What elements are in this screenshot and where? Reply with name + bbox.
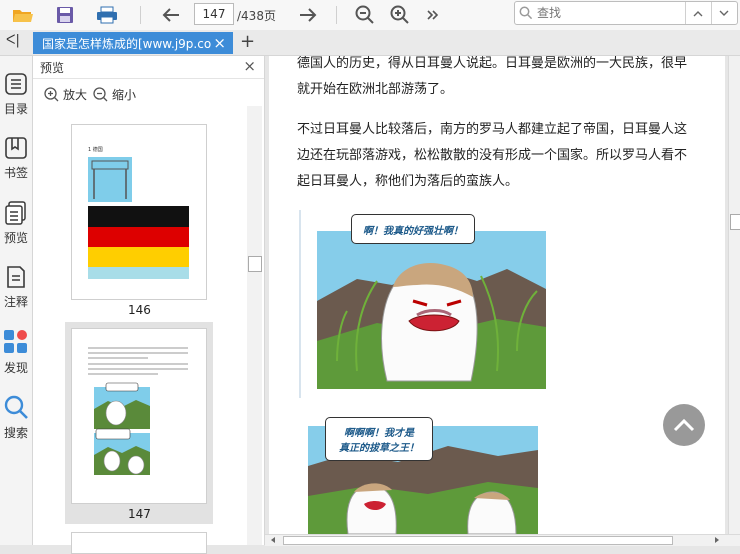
previous-page-icon[interactable] <box>160 4 182 26</box>
print-icon[interactable] <box>96 4 118 26</box>
flag-stripe-gold <box>88 247 189 267</box>
preview-zoom-controls: 放大 缩小 <box>33 82 264 104</box>
preview-panel: 预览 × 放大 缩小 1 德国 146 147 <box>33 56 265 554</box>
bookmark-icon <box>5 137 27 159</box>
thumbnail-page-147[interactable] <box>71 328 207 504</box>
chevron-down-icon <box>719 10 729 16</box>
search-box <box>514 1 738 25</box>
search-next-button[interactable] <box>711 2 736 24</box>
zoom-out-icon <box>93 87 108 102</box>
rail-item-bookmarks[interactable]: 书签 <box>0 136 32 181</box>
close-tab-icon[interactable]: × <box>213 34 226 52</box>
thumbnail-number-146: 146 <box>128 303 151 317</box>
save-icon[interactable] <box>54 4 76 26</box>
page-number-input[interactable] <box>194 3 234 25</box>
thumbnail-content <box>88 347 188 475</box>
flag-stripe-black <box>88 206 189 227</box>
thumbnail-page-148[interactable] <box>71 532 207 554</box>
paragraph-1: 德国人的历史，得从日耳曼人说起。日耳曼是欧洲的一大民族，很早就开始在欧洲北部游荡… <box>297 56 688 97</box>
preview-zoom-in-button[interactable]: 放大 <box>44 86 87 103</box>
collapse-sidebar-button[interactable]: ᐸ| <box>6 33 26 51</box>
document-view: 德国人的历史，得从日耳曼人说起。日耳曼是欧洲的一大民族，很早就开始在欧洲北部游荡… <box>265 56 740 534</box>
scroll-to-top-button[interactable] <box>663 404 705 446</box>
paragraph-2: 不过日耳曼人比较落后，南方的罗马人都建立起了帝国，日耳曼人这边还在玩部落游戏，松… <box>297 122 688 189</box>
scroll-right-icon[interactable] <box>713 536 721 544</box>
page-total-label: /438页 <box>237 9 276 23</box>
rail-item-annotations[interactable]: 注释 <box>0 265 32 310</box>
more-tools-icon[interactable] <box>422 4 444 26</box>
rail-item-search[interactable]: 搜索 <box>0 394 32 441</box>
comic-speech-bubble-1: 啊！我真的好强壮啊！ <box>351 214 475 244</box>
rail-item-toc[interactable]: 目录 <box>0 72 32 117</box>
document-vertical-scrollbar[interactable] <box>728 56 740 534</box>
document-tab-title: 国家是怎样炼成的[www.j9p.com <box>42 36 212 51</box>
close-preview-icon[interactable]: × <box>243 57 256 75</box>
discover-apps-icon <box>4 330 27 353</box>
document-tab-bar: ᐸ| 国家是怎样炼成的[www.j9p.com × + <box>0 30 740 56</box>
main-toolbar: /438页 <box>0 0 740 31</box>
preview-scroll-thumb[interactable] <box>248 256 262 272</box>
new-tab-icon[interactable]: + <box>240 31 255 52</box>
search-previous-button[interactable] <box>685 2 710 24</box>
chevron-up-icon <box>673 418 695 432</box>
search-input[interactable] <box>535 4 679 22</box>
next-page-icon[interactable] <box>297 4 319 26</box>
flag-stripe-red <box>88 227 189 247</box>
zoom-out-icon[interactable] <box>354 4 376 26</box>
document-tab[interactable]: 国家是怎样炼成的[www.j9p.com × <box>33 32 233 54</box>
comic-speech-bubble-2: 啊啊啊！我才是 真正的拔草之王！ <box>325 417 433 461</box>
preview-zoom-out-button[interactable]: 缩小 <box>93 86 136 103</box>
rail-item-discover[interactable]: 发现 <box>0 329 32 376</box>
chevron-up-icon <box>693 10 703 16</box>
zoom-in-icon[interactable] <box>389 4 411 26</box>
vertical-scroll-thumb[interactable] <box>730 214 740 230</box>
search-icon <box>519 6 533 20</box>
document-page: 德国人的历史，得从日耳曼人说起。日耳曼是欧洲的一大民族，很早就开始在欧洲北部游荡… <box>269 56 725 534</box>
document-horizontal-scrollbar[interactable] <box>265 534 740 546</box>
thumbnail-image <box>88 157 132 202</box>
preview-pages-icon <box>5 201 26 225</box>
horizontal-scroll-thumb[interactable] <box>283 536 673 545</box>
left-rail: 目录 书签 预览 注释 发现 搜索 <box>0 56 33 545</box>
thumbnail-page-146[interactable]: 1 德国 <box>71 124 207 300</box>
search-icon <box>4 395 28 419</box>
comic-panel-1 <box>317 231 546 389</box>
thumbnail-number-147: 147 <box>128 507 151 521</box>
preview-title: 预览 <box>40 61 65 75</box>
open-folder-icon[interactable] <box>12 4 34 26</box>
scroll-left-icon[interactable] <box>269 536 277 544</box>
preview-header: 预览 × <box>33 56 264 79</box>
annotation-icon <box>7 266 25 288</box>
preview-scrollbar[interactable] <box>247 106 262 545</box>
rail-item-preview[interactable]: 预览 <box>0 201 32 246</box>
thumbnail-image-bottom <box>88 267 189 279</box>
zoom-in-icon <box>44 87 59 102</box>
list-icon <box>5 73 27 95</box>
